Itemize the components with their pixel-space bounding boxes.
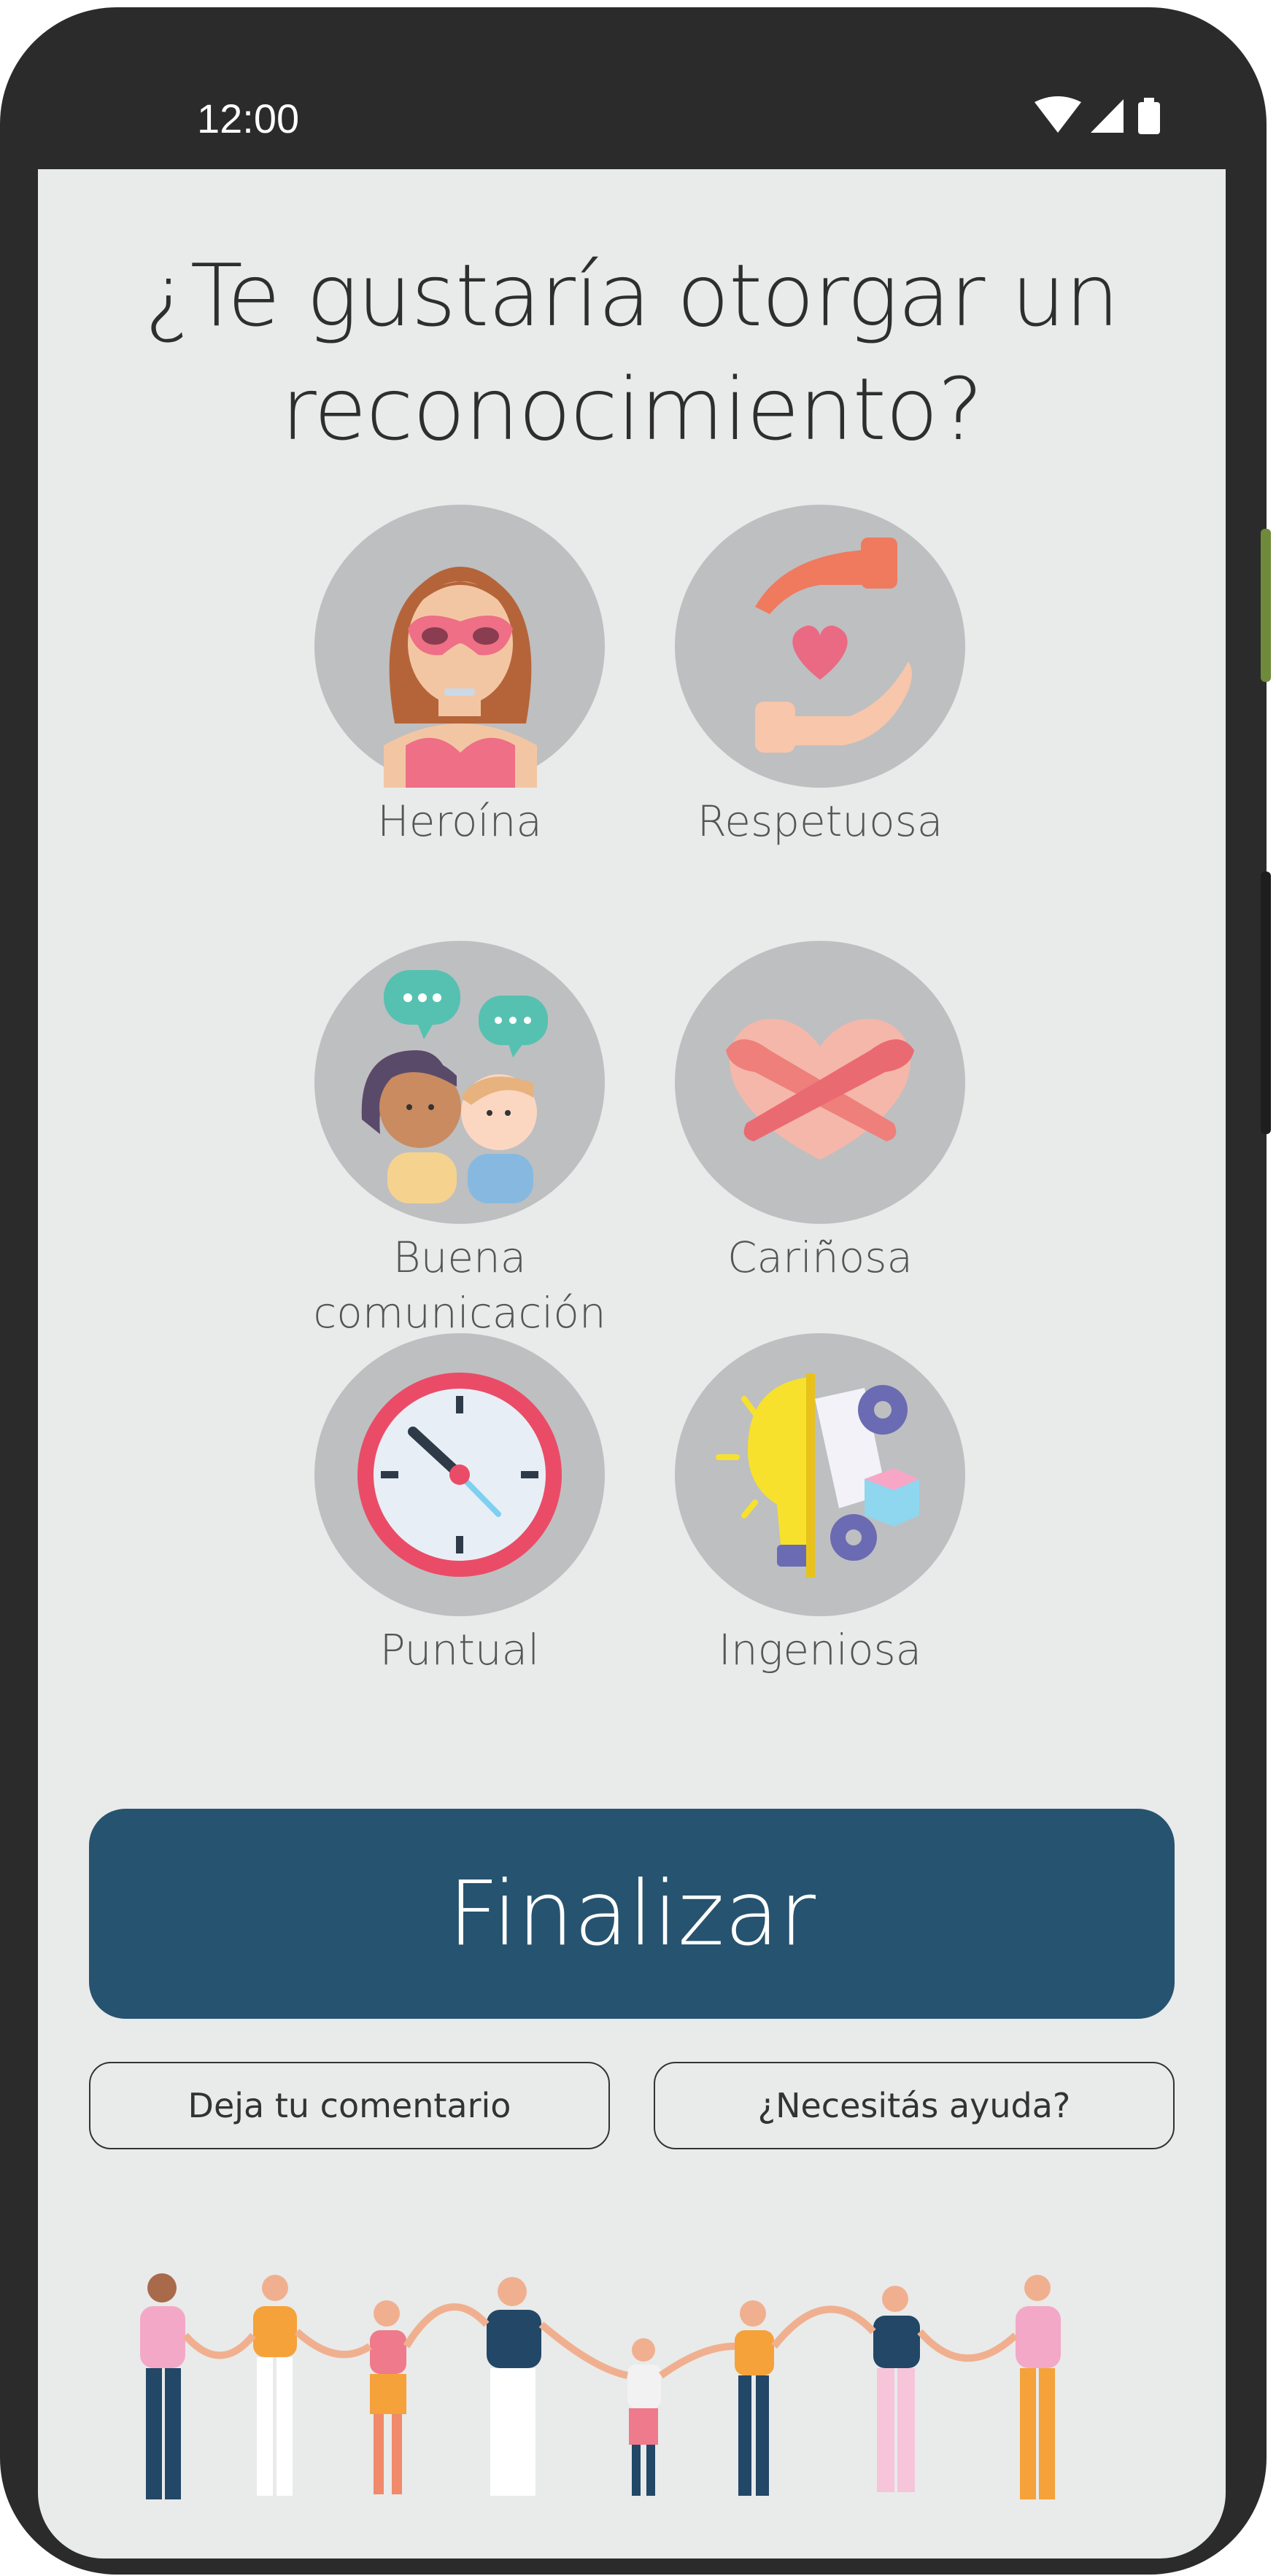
person-3	[370, 2300, 406, 2494]
badge-ingeniosa[interactable]: Ingeniosa	[660, 1333, 981, 1677]
finalizar-button[interactable]: Finalizar	[89, 1809, 1175, 2019]
volume-button	[1261, 872, 1271, 1134]
person-4	[487, 2277, 541, 2496]
people-chat-icon	[361, 970, 548, 1203]
badge-label-line-2: comunicación	[313, 1288, 606, 1338]
badge-label-line-1: Buena	[393, 1233, 527, 1282]
badge-label: Puntual	[379, 1625, 540, 1675]
comment-button[interactable]: Deja tu comentario	[89, 2062, 610, 2149]
person-7	[873, 2286, 920, 2492]
battery-icon	[1138, 98, 1160, 134]
badge-circle	[675, 941, 965, 1224]
badge-circle	[675, 505, 965, 788]
hands-heart-icon	[755, 538, 912, 753]
superhero-woman-icon	[384, 567, 537, 788]
power-button	[1261, 529, 1271, 682]
person-5	[627, 2338, 661, 2496]
diverse-people-holding-hands-illustration	[140, 2273, 1061, 2499]
lightbulb-gears-icon	[716, 1373, 919, 1578]
badge-puntual[interactable]: Puntual	[299, 1333, 620, 1677]
title-line-1: ¿Te gustaría otorgar un	[144, 245, 1120, 346]
signal-icon	[1091, 99, 1124, 133]
badge-carinosa[interactable]: Cariñosa	[660, 941, 981, 1285]
badge-label: Cariñosa	[727, 1233, 913, 1282]
status-icons	[1035, 96, 1160, 134]
badge-label: Heroína	[377, 796, 542, 846]
person-2	[253, 2275, 297, 2496]
person-8	[1016, 2275, 1061, 2499]
badge-circle	[675, 1333, 965, 1616]
badge-label: Ingeniosa	[718, 1625, 922, 1675]
page-title: ¿Te gustaría otorgar un reconocimiento?	[82, 238, 1182, 466]
person-6	[735, 2300, 774, 2496]
badge-respetuosa[interactable]: Respetuosa	[660, 505, 981, 849]
status-time: 12:00	[197, 96, 300, 141]
title-line-2: reconocimiento?	[281, 359, 983, 459]
person-1	[140, 2273, 185, 2499]
hugging-heart-icon	[726, 1018, 914, 1160]
help-button[interactable]: ¿Necesitás ayuda?	[654, 2062, 1175, 2149]
wifi-icon	[1035, 96, 1081, 133]
clock-icon	[357, 1373, 562, 1577]
badge-circle	[314, 941, 605, 1224]
badge-circle	[314, 505, 605, 788]
badge-label: Respetuosa	[697, 796, 943, 846]
badge-heroina[interactable]: Heroína	[299, 505, 620, 849]
badge-buena-comunicacion[interactable]: Buena comunicación	[299, 941, 620, 1341]
badge-circle	[314, 1333, 605, 1616]
badge-label: Buena comunicación	[299, 1230, 620, 1341]
status-bar: 12:00	[0, 0, 1267, 169]
app-screen: ¿Te gustaría otorgar un reconocimiento? …	[38, 169, 1226, 2558]
